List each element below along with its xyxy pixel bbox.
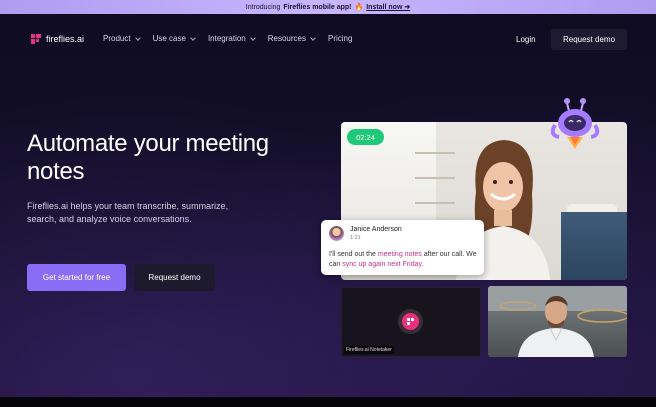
nav-item-pricing[interactable]: Pricing — [328, 34, 352, 43]
chat-text: I'll send out the — [329, 251, 378, 258]
chevron-down-icon — [310, 34, 316, 41]
nav-item-product[interactable]: Product — [103, 34, 141, 43]
chevron-down-icon — [134, 34, 141, 41]
nav-item-resources[interactable]: Resources — [267, 34, 316, 43]
chevron-down-icon — [190, 34, 196, 41]
robot-mascot-icon — [550, 98, 600, 149]
page-bottom-strip — [0, 397, 656, 407]
banner-prefix: Introducing — [245, 3, 281, 11]
chat-highlight: meeting notes — [377, 251, 422, 258]
fireflies-logo-icon — [402, 313, 419, 330]
request-demo-nav-button[interactable]: Request demo — [551, 29, 627, 50]
notetaker-label: Fireflies.ai Notetaker — [344, 346, 394, 354]
install-now-link[interactable]: Install now ➔ — [366, 3, 410, 11]
fireflies-logo-icon — [31, 34, 41, 44]
chat-message-text: I'll send out the meeting notes after ou… — [329, 250, 479, 270]
bed — [561, 212, 627, 280]
announcement-banner: Introducing Fireflies mobile app! 🔥 Inst… — [0, 0, 656, 14]
chat-sender-name: Janice Anderson — [350, 226, 402, 233]
hero-headline: Automate your meeting notes — [27, 130, 269, 185]
nav-item-label: Use case — [152, 34, 186, 43]
fireflies-notetaker-avatar — [398, 309, 423, 334]
nav-item-label: Product — [103, 34, 131, 43]
login-link[interactable]: Login — [516, 35, 536, 44]
fireflies-logo[interactable]: fireflies.ai — [31, 34, 84, 44]
nav-item-integration[interactable]: Integration — [207, 34, 256, 43]
chat-timestamp: 1:21 — [350, 235, 361, 241]
nav-item-label: Integration — [207, 34, 246, 43]
man-participant-image — [488, 286, 627, 357]
call-timer-badge: 02:24 — [347, 129, 384, 145]
top-nav: fireflies.ai Product Use case Integratio… — [0, 14, 656, 66]
nav-item-label: Pricing — [328, 34, 353, 43]
request-demo-button[interactable]: Request demo — [134, 264, 215, 291]
chat-text: . — [421, 261, 424, 268]
chat-highlight: sync up again next Friday — [342, 261, 422, 268]
chat-message-card: Janice Anderson 1:21 I'll send out the m… — [321, 220, 484, 275]
get-started-button[interactable]: Get started for free — [27, 264, 126, 291]
nav-menu: Product Use case Integration Resources P… — [103, 34, 352, 43]
banner-highlight: Fireflies mobile app! — [283, 3, 352, 11]
chevron-down-icon — [249, 34, 256, 41]
nav-item-use-case[interactable]: Use case — [152, 34, 196, 43]
fire-icon: 🔥 — [354, 4, 364, 11]
avatar — [329, 226, 344, 241]
man-participant-tile — [488, 286, 627, 357]
nav-item-label: Resources — [267, 34, 306, 43]
logo-text: fireflies.ai — [46, 34, 85, 44]
hero-subtext: Fireflies.ai helps your team transcribe,… — [27, 201, 229, 224]
